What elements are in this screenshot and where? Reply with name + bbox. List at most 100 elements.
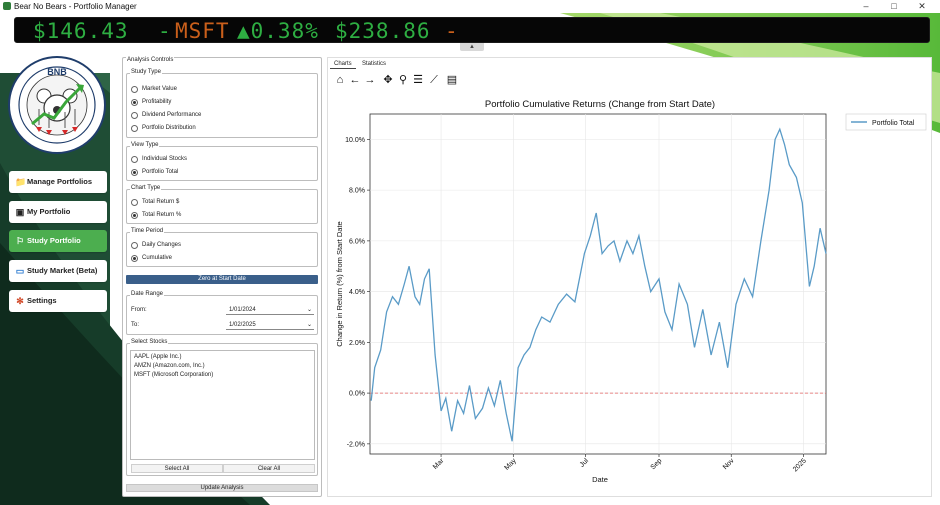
radio-cumulative[interactable]: Cumulative [130, 253, 172, 263]
from-label: From: [131, 307, 147, 313]
x-axis-label: Date [592, 475, 608, 484]
to-date-value: 1/02/2025 [229, 322, 256, 328]
ticker-symbol: MSFT [175, 19, 230, 43]
update-analysis-button[interactable]: Update Analysis [126, 484, 318, 492]
x-tick-label: Sep [650, 457, 664, 471]
collapse-ticker-button[interactable]: ▲ [460, 43, 484, 51]
y-tick-label: 4.0% [349, 289, 365, 296]
date-range-group: Date Range From: 1/01/2024 ⌄ To: 1/02/20… [126, 291, 318, 335]
radio-total-return-percent[interactable]: Total Return % [130, 210, 181, 220]
x-tick-label: May [503, 457, 518, 472]
from-date-value: 1/01/2024 [229, 307, 256, 313]
radio-portfolio-total[interactable]: Portfolio Total [130, 167, 178, 177]
legend-label: Portfolio Total [872, 120, 915, 127]
monitor-icon: ▭ [15, 266, 25, 276]
tab-statistics[interactable]: Statistics [358, 59, 390, 69]
tab-charts[interactable]: Charts [330, 59, 356, 69]
radio-individual-stocks[interactable]: Individual Stocks [130, 154, 187, 164]
to-date-field[interactable]: 1/02/2025 ⌄ [226, 320, 314, 330]
y-axis-label: Change in Return (%) from Start Date [335, 221, 344, 346]
view-type-group: View Type Individual Stocks Portfolio To… [126, 142, 318, 181]
back-icon[interactable]: ← [348, 73, 362, 87]
group-title: Chart Type [130, 185, 162, 191]
list-item[interactable]: AMZN (Amazon.com, Inc.) [134, 362, 205, 371]
radio-market-value[interactable]: Market Value [130, 84, 177, 94]
minimize-button[interactable]: – [854, 0, 878, 13]
nav-manage-portfolios[interactable]: 📁 Manage Portfolios [9, 171, 107, 193]
plot-area [369, 113, 827, 455]
radio-label: Cumulative [142, 255, 173, 261]
radio-daily-changes[interactable]: Daily Changes [130, 240, 181, 250]
y-tick-label: 8.0% [349, 188, 365, 195]
radio-dividend-performance[interactable]: Dividend Performance [130, 110, 201, 120]
radio-label: Daily Changes [142, 242, 182, 248]
y-axis: -2.0% 0.0% 2.0% 4.0% 6.0% 8.0% 10.0% [345, 137, 370, 448]
bnb-logo: BNB [8, 56, 106, 154]
x-axis: Mar May Jul Sep Nov 2025 [432, 454, 808, 473]
chevron-down-icon: ⌄ [306, 307, 312, 313]
radio-label: Total Return % [142, 212, 182, 218]
nav-label: My Portfolio [27, 207, 71, 216]
radio-label: Dividend Performance [142, 112, 202, 118]
ticker-separator: - [158, 19, 172, 43]
nav-study-market[interactable]: ▭ Study Market (Beta) [9, 260, 107, 282]
radio-label: Portfolio Total [142, 169, 179, 175]
ticker-change: ▲0.38% [237, 19, 319, 43]
x-tick-label: 2025 [792, 457, 808, 473]
nav-label: Manage Portfolios [27, 177, 93, 186]
save-icon[interactable]: ▤ [445, 73, 459, 87]
nav-my-portfolio[interactable]: ▣ My Portfolio [9, 201, 107, 223]
home-icon[interactable]: ⌂ [333, 73, 347, 87]
gear-icon: ✻ [16, 296, 24, 306]
zero-at-start-button[interactable]: Zero at Start Date [126, 275, 318, 284]
nav-study-portfolio[interactable]: ⚐ Study Portfolio [9, 230, 107, 252]
y-tick-label: 2.0% [349, 340, 365, 347]
forward-icon[interactable]: → [363, 73, 377, 87]
chart-type-group: Chart Type Total Return $ Total Return % [126, 185, 318, 224]
nav-settings[interactable]: ✻ Settings [9, 290, 107, 312]
analysis-controls-panel: Analysis Controls Study Type Market Valu… [122, 57, 322, 497]
radio-total-return-dollar[interactable]: Total Return $ [130, 197, 179, 207]
folder-icon: 📁 [15, 177, 27, 187]
ticker-price: $238.86 [335, 19, 431, 43]
nav-label: Study Market (Beta) [27, 266, 98, 275]
group-title: Date Range [130, 291, 165, 297]
axes-icon[interactable]: ⟋ [427, 73, 441, 87]
group-title: Time Period [130, 228, 165, 234]
returns-chart: Portfolio Cumulative Returns (Change fro… [335, 99, 927, 484]
x-tick-label: Mar [432, 457, 446, 471]
app-icon [3, 2, 11, 10]
logo-text: BNB [47, 67, 67, 77]
pan-icon[interactable]: ✥ [381, 73, 395, 87]
close-button[interactable]: ✕ [910, 0, 934, 13]
stocks-list[interactable]: AAPL (Apple Inc.) AMZN (Amazon.com, Inc.… [130, 350, 315, 460]
x-tick-label: Jul [579, 457, 591, 469]
radio-profitability[interactable]: Profitability [130, 97, 171, 107]
maximize-button[interactable]: □ [882, 0, 906, 13]
panel-title: Analysis Controls [126, 57, 175, 63]
study-icon: ⚐ [15, 236, 25, 246]
radio-label: Profitability [142, 99, 172, 105]
chart-legend: Portfolio Total [845, 113, 927, 131]
x-tick-label: Nov [722, 457, 736, 471]
radio-label: Market Value [142, 86, 177, 92]
y-tick-label: 0.0% [349, 391, 365, 398]
study-type-group: Study Type Market Value Profitability Di… [126, 69, 318, 138]
configure-icon[interactable]: ☰ [411, 73, 425, 87]
select-stocks-group: Select Stocks AAPL (Apple Inc.) AMZN (Am… [126, 339, 318, 476]
zoom-icon[interactable]: ⚲ [396, 73, 410, 87]
clear-all-button[interactable]: Clear All [223, 464, 315, 473]
ticker-price: $146.43 [33, 19, 129, 43]
list-item[interactable]: MSFT (Microsoft Corporation) [134, 371, 213, 380]
chevron-down-icon: ⌄ [306, 322, 312, 328]
radio-label: Total Return $ [142, 199, 180, 205]
group-title: View Type [130, 142, 160, 148]
select-all-button[interactable]: Select All [131, 464, 223, 473]
radio-portfolio-distribution[interactable]: Portfolio Distribution [130, 123, 196, 133]
title-bar: Bear No Bears - Portfolio Manager – □ ✕ [0, 0, 940, 13]
from-date-field[interactable]: 1/01/2024 ⌄ [226, 305, 314, 315]
list-item[interactable]: AAPL (Apple Inc.) [134, 353, 181, 362]
stock-ticker: $146.43 - MSFT ▲0.38% $238.86 - [14, 17, 930, 43]
group-title: Select Stocks [130, 339, 169, 345]
to-label: To: [131, 322, 140, 328]
